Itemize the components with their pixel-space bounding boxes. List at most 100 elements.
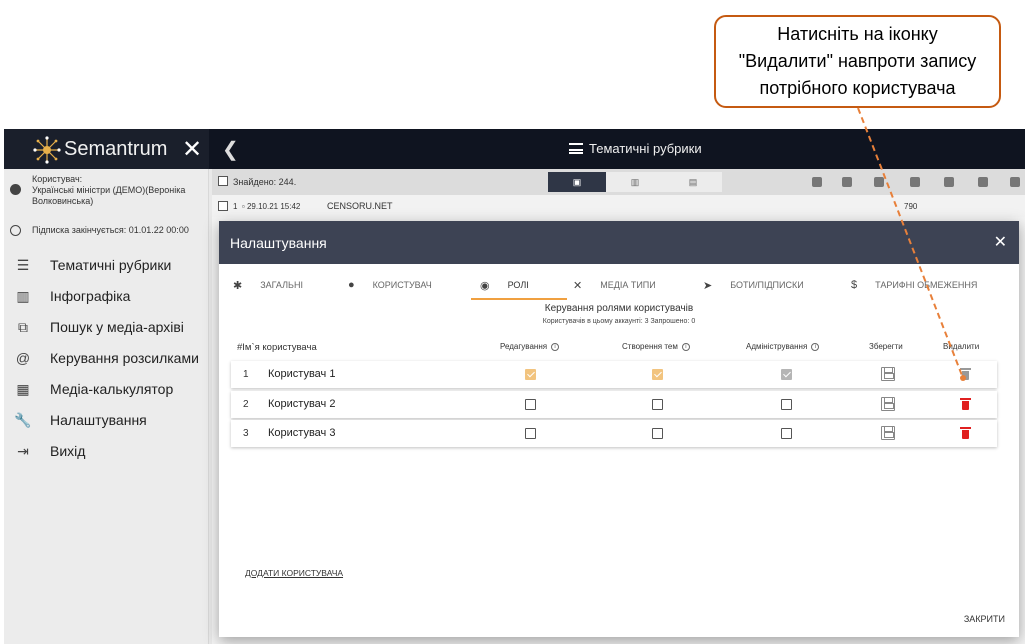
- logo-area: Semantrum ✕: [4, 129, 209, 169]
- callout-line-2: "Видалити" навпроти запису: [738, 51, 977, 71]
- create-checkbox[interactable]: [652, 399, 663, 410]
- tab-tariffs[interactable]: $ Тарифні обмеження: [851, 273, 977, 297]
- user-name: Українські міністри (ДЕМО)(Вероніка Волк…: [32, 185, 186, 206]
- create-checkbox: [652, 369, 663, 380]
- column-label: #Ім`я користувача: [237, 342, 317, 353]
- trash-icon[interactable]: [960, 427, 971, 439]
- tab-label: Боти/Підписки: [730, 280, 804, 290]
- column-label: Створення тем: [622, 342, 678, 351]
- delete-icon[interactable]: [910, 177, 920, 187]
- sidebar-item-archive-search[interactable]: ⧉ Пошук у медіа-архіві: [4, 311, 209, 342]
- save-icon[interactable]: [874, 177, 884, 187]
- view-chart-button[interactable]: ▥: [606, 172, 664, 192]
- tab-user[interactable]: ● Користувач: [348, 273, 432, 297]
- settings-tabs: ✱ Загальні ● Користувач ◉ Ролі ✕ Медіа т…: [219, 273, 1019, 297]
- sidebar-item-label: Пошук у медіа-архіві: [50, 318, 184, 335]
- clock-icon: [10, 225, 21, 236]
- callout-line-3: потрібного користувача: [759, 78, 956, 98]
- callout-line-1: Натисніть на іконку: [777, 24, 938, 44]
- sidebar-item-label: Керування розсилками: [50, 349, 199, 366]
- tab-bots[interactable]: ➤ Боти/Підписки: [703, 273, 804, 297]
- tag-icon[interactable]: [944, 177, 954, 187]
- user-name: Користувач 3: [268, 427, 336, 439]
- sidebar-item-mailings[interactable]: @ Керування розсилками: [4, 342, 209, 373]
- user-row: 2 Користувач 2: [231, 391, 997, 418]
- select-all-checkbox[interactable]: [218, 176, 228, 186]
- sidebar-item-label: Інфографіка: [50, 287, 131, 304]
- page-title-text: Тематичні рубрики: [589, 141, 702, 156]
- smile-icon[interactable]: [978, 177, 988, 187]
- info-icon[interactable]: i: [681, 342, 690, 351]
- user-row: 1 Користувач 1: [231, 361, 997, 388]
- sidebar-item-calculator[interactable]: ▦ Медіа-калькулятор: [4, 373, 209, 404]
- view-list-button[interactable]: ▣: [548, 172, 606, 192]
- sidebar-item-logout[interactable]: ⇥ Вихід: [4, 435, 209, 466]
- row-source: CENSORU.NET: [327, 201, 393, 211]
- column-label: Зберегти: [869, 342, 903, 351]
- list-icon: ☰: [16, 256, 30, 273]
- sidebar-item-infographics[interactable]: ▥ Інфографіка: [4, 280, 209, 311]
- sort-icon[interactable]: [812, 177, 822, 187]
- close-button[interactable]: Закрити: [964, 614, 1005, 624]
- user-icon: ●: [348, 279, 355, 291]
- calculator-icon: ▦: [16, 380, 30, 397]
- section-subtitle: Користувачів в цьому аккаунті: 3 Запроше…: [542, 318, 696, 325]
- row-checkbox[interactable]: [218, 201, 228, 211]
- sidebar-item-settings[interactable]: 🔧 Налаштування: [4, 404, 209, 435]
- row-index: 1: [243, 369, 249, 380]
- row-date: 29.10.21 15:42: [246, 202, 301, 211]
- tab-general[interactable]: ✱ Загальні: [233, 273, 303, 297]
- info-icon[interactable]: i: [551, 342, 560, 351]
- send-icon: ➤: [703, 279, 713, 292]
- row-number: 1: [233, 202, 238, 211]
- back-chevron-icon[interactable]: ❮: [222, 137, 239, 162]
- external-search-icon: ⧉: [18, 318, 28, 335]
- logo-text: Semantrum: [64, 138, 168, 160]
- tab-label: Користувач: [372, 280, 432, 290]
- edit-checkbox[interactable]: [525, 428, 536, 439]
- tab-label: Ролі: [507, 280, 529, 290]
- save-icon: [881, 367, 895, 381]
- filter-icon[interactable]: [1010, 177, 1020, 187]
- modal-header: Налаштування ✕: [219, 221, 1019, 264]
- subscription-info: Підписка закінчується: 01.01.22 00:00: [10, 225, 189, 236]
- logout-icon: ⇥: [17, 442, 29, 459]
- sidebar-close-icon[interactable]: ✕: [182, 135, 202, 164]
- user-label: Користувач:: [32, 174, 83, 184]
- settings-modal: Налаштування ✕ ✱ Загальні ● Користувач ◉…: [219, 221, 1019, 637]
- edit-checkbox[interactable]: [525, 399, 536, 410]
- trash-icon[interactable]: [960, 398, 971, 410]
- admin-checkbox[interactable]: [781, 399, 792, 410]
- sidebar-item-label: Медіа-калькулятор: [50, 380, 174, 397]
- create-checkbox[interactable]: [652, 428, 663, 439]
- tab-media-types[interactable]: ✕ Медіа типи: [573, 273, 656, 297]
- semantrum-logo-icon: [33, 136, 61, 164]
- modal-close-icon[interactable]: ✕: [994, 232, 1007, 252]
- user-info: Користувач: Українські міністри (ДЕМО)(В…: [10, 174, 205, 207]
- subscription-text: Підписка закінчується: 01.01.22 00:00: [32, 225, 189, 235]
- column-header-name: #Ім`я користувача: [237, 342, 317, 353]
- view-cards-button[interactable]: ▤: [664, 172, 722, 192]
- page-title: Тематичні рубрики: [569, 141, 702, 156]
- user-name: Користувач 2: [268, 398, 336, 410]
- section-title: Керування ролями користувачів: [544, 303, 694, 314]
- top-bar: Semantrum ✕ ❮ Тематичні рубрики: [4, 129, 1025, 169]
- admin-checkbox[interactable]: [781, 428, 792, 439]
- user-name: Користувач 1: [268, 368, 336, 380]
- tab-label: Загальні: [260, 280, 303, 290]
- row-meta: 1 ▫ 29.10.21 15:42: [233, 202, 301, 211]
- sidebar-item-topics[interactable]: ☰ Тематичні рубрики: [4, 249, 209, 280]
- table-row[interactable]: 1 ▫ 29.10.21 15:42 CENSORU.NET 790: [212, 195, 1025, 217]
- save-icon[interactable]: [881, 397, 895, 411]
- user-icon: [10, 184, 21, 195]
- save-icon[interactable]: [881, 426, 895, 440]
- add-user-link[interactable]: Додати користувача: [245, 568, 343, 578]
- trash-icon: [960, 368, 971, 380]
- admin-checkbox: [781, 369, 792, 380]
- info-icon[interactable]: i: [811, 342, 820, 351]
- download-icon[interactable]: [842, 177, 852, 187]
- tab-roles[interactable]: ◉ Ролі: [480, 273, 529, 297]
- active-tab-indicator: [471, 298, 567, 300]
- edit-checkbox: [525, 369, 536, 380]
- column-header-delete: Видалити: [943, 342, 979, 351]
